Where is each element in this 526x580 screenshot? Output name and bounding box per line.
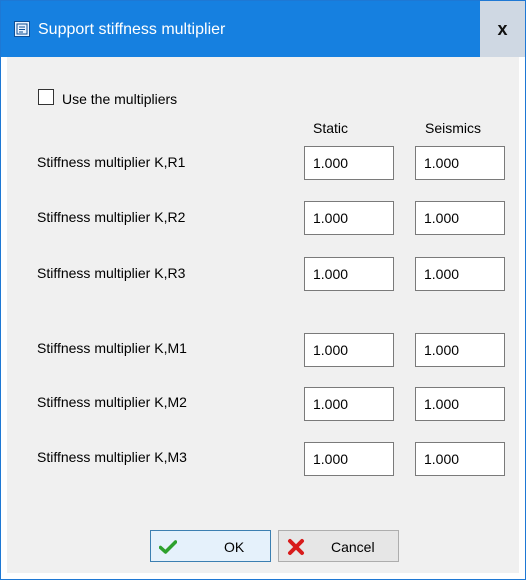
- seismics-field-k-r1[interactable]: 1.000: [415, 146, 505, 180]
- seismics-field-k-r2[interactable]: 1.000: [415, 201, 505, 235]
- close-button[interactable]: x: [480, 1, 525, 57]
- app-icon: [14, 21, 30, 37]
- row-label-k-m1: Stiffness multiplier K,M1: [37, 340, 187, 356]
- use-multipliers-checkbox[interactable]: [38, 89, 54, 105]
- window-title: Support stiffness multiplier: [38, 21, 226, 38]
- static-field-k-m3[interactable]: 1.000: [304, 442, 394, 476]
- red-x-icon: [287, 538, 305, 556]
- column-header-seismics: Seismics: [425, 120, 482, 136]
- cancel-button[interactable]: Cancel: [278, 530, 399, 562]
- row-label-k-r2: Stiffness multiplier K,R2: [37, 209, 186, 225]
- static-field-k-r1[interactable]: 1.000: [304, 146, 394, 180]
- title-bar[interactable]: Support stiffness multiplier x: [1, 1, 525, 57]
- row-label-k-m3: Stiffness multiplier K,M3: [37, 449, 187, 465]
- static-field-k-r3[interactable]: 1.000: [304, 257, 394, 291]
- row-label-k-r1: Stiffness multiplier K,R1: [37, 154, 186, 170]
- seismics-field-k-m1[interactable]: 1.000: [415, 333, 505, 367]
- seismics-field-k-r3[interactable]: 1.000: [415, 257, 505, 291]
- seismics-field-k-m3[interactable]: 1.000: [415, 442, 505, 476]
- dialog-content: Use the multipliers Static Seismics Stif…: [7, 57, 519, 573]
- use-multipliers-label[interactable]: Use the multipliers: [62, 90, 177, 108]
- ok-button[interactable]: OK: [150, 530, 271, 562]
- cancel-button-label: Cancel: [331, 539, 375, 555]
- row-label-k-m2: Stiffness multiplier K,M2: [37, 394, 187, 410]
- column-header-static: Static: [313, 120, 349, 136]
- checkmark-icon: [158, 538, 178, 556]
- row-label-k-r3: Stiffness multiplier K,R3: [37, 265, 186, 281]
- ok-button-label: OK: [224, 539, 245, 555]
- dialog-window: Support stiffness multiplier x Use the m…: [0, 0, 526, 580]
- static-field-k-m1[interactable]: 1.000: [304, 333, 394, 367]
- seismics-field-k-m2[interactable]: 1.000: [415, 387, 505, 421]
- static-field-k-m2[interactable]: 1.000: [304, 387, 394, 421]
- close-icon: x: [497, 19, 508, 39]
- static-field-k-r2[interactable]: 1.000: [304, 201, 394, 235]
